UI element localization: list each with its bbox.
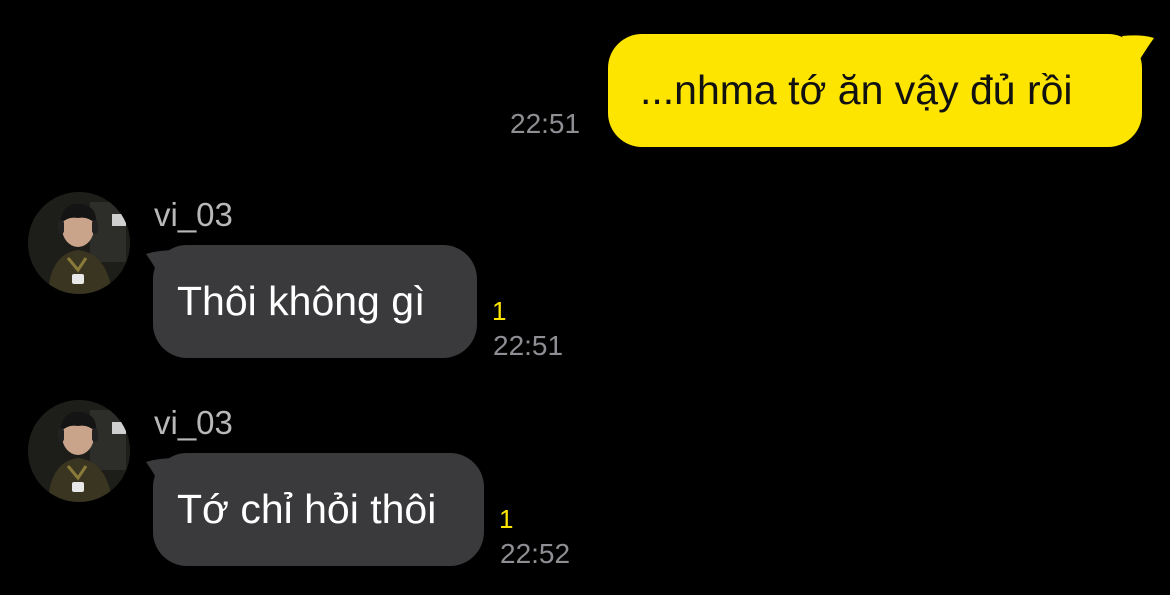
message-text: Tớ chỉ hỏi thôi — [177, 486, 437, 532]
incoming-bubble[interactable]: Thôi không gì — [153, 245, 477, 358]
sender-name: vi_03 — [154, 404, 233, 441]
message-text: ...nhma tớ ăn vậy đủ rồi — [640, 67, 1073, 113]
sender-name: vi_03 — [154, 196, 233, 233]
message-text: Thôi không gì — [177, 278, 426, 324]
incoming-bubble[interactable]: Tớ chỉ hỏi thôi — [153, 453, 484, 566]
avatar[interactable] — [28, 192, 130, 294]
avatar-photo-icon — [28, 400, 130, 502]
unread-count: 1 — [492, 296, 507, 326]
avatar[interactable] — [28, 400, 130, 502]
message-timestamp: 22:51 — [510, 108, 581, 139]
message-timestamp: 22:51 — [493, 330, 564, 361]
outgoing-bubble[interactable]: ...nhma tớ ăn vậy đủ rồi — [608, 34, 1142, 147]
avatar-photo-icon — [28, 192, 130, 294]
unread-count: 1 — [499, 504, 514, 534]
message-timestamp: 22:52 — [500, 538, 571, 569]
